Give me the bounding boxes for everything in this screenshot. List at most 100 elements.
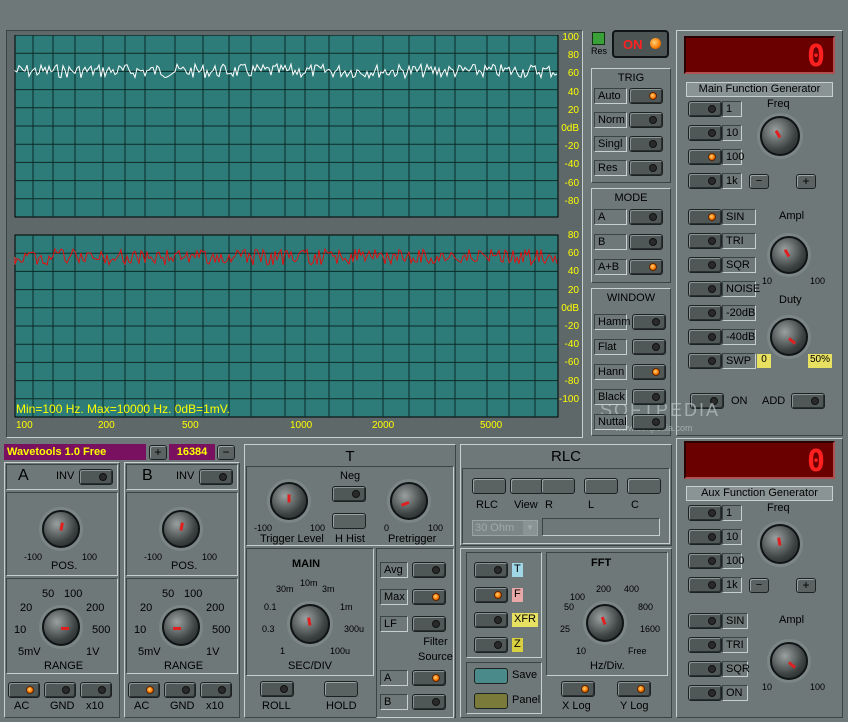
y-tick-bottom: -80 bbox=[564, 375, 579, 387]
pretrigger-knob[interactable] bbox=[390, 482, 428, 520]
chan_a-x10-button[interactable] bbox=[80, 682, 112, 698]
filter-src-a-button[interactable] bbox=[412, 670, 446, 686]
channel-a-range-knob[interactable] bbox=[42, 608, 80, 646]
main-wave--20db-label: -20dB bbox=[722, 305, 756, 321]
window-hann-button[interactable] bbox=[632, 364, 666, 380]
rlc-title: RLC bbox=[550, 448, 581, 465]
panel-button[interactable] bbox=[474, 693, 508, 709]
led-icon bbox=[432, 698, 440, 706]
led-icon bbox=[708, 237, 716, 245]
opt-avg-button[interactable] bbox=[412, 562, 446, 578]
chan_a-ac-button[interactable] bbox=[8, 682, 40, 698]
mode-a-button[interactable] bbox=[629, 209, 663, 225]
chan_a-gnd-button[interactable] bbox=[44, 682, 76, 698]
channel-b-pos-knob[interactable] bbox=[162, 510, 200, 548]
aux-wave-sqr-button[interactable] bbox=[688, 661, 722, 677]
main-wave-noise-button[interactable] bbox=[688, 281, 722, 297]
aux-range-1-button[interactable] bbox=[688, 505, 722, 521]
aux-ampl-knob[interactable] bbox=[770, 642, 808, 680]
fft-f-label: F bbox=[512, 588, 523, 602]
chan_a-range-tick: 50 bbox=[42, 588, 55, 600]
trig-singl-label: Singl bbox=[594, 136, 627, 152]
roll-label: ROLL bbox=[262, 700, 291, 712]
channel-a-inv-button[interactable] bbox=[79, 469, 113, 485]
opt-max-button[interactable] bbox=[412, 589, 446, 605]
led-icon bbox=[708, 357, 716, 365]
trig-auto-button[interactable] bbox=[629, 88, 663, 104]
aux-wave-tri-button[interactable] bbox=[688, 637, 722, 653]
mode-aplusb-button[interactable] bbox=[629, 259, 663, 275]
ylog-button[interactable] bbox=[617, 681, 651, 697]
fft-xfr-button[interactable] bbox=[474, 612, 508, 628]
window-hamm-button[interactable] bbox=[632, 314, 666, 330]
main-freq-minus-button[interactable]: − bbox=[749, 174, 769, 189]
fft-z-button[interactable] bbox=[474, 637, 508, 653]
fft-f-button[interactable] bbox=[474, 587, 508, 603]
aux-freq-plus-button[interactable]: + bbox=[796, 578, 816, 593]
filter-src-b-button[interactable] bbox=[412, 694, 446, 710]
hzdiv-knob[interactable] bbox=[586, 604, 624, 642]
aux-freq-knob[interactable] bbox=[760, 524, 800, 564]
main-wave--40db-button[interactable] bbox=[688, 329, 722, 345]
trigger-level-knob[interactable] bbox=[270, 482, 308, 520]
pretrigger-label: Pretrigger bbox=[388, 533, 437, 545]
main-freq-knob[interactable] bbox=[760, 116, 800, 156]
rlc-c-button[interactable] bbox=[627, 478, 661, 494]
aux-wave-sin-button[interactable] bbox=[688, 613, 722, 629]
aux-range-1k-button[interactable] bbox=[688, 577, 722, 593]
fft-t-button[interactable] bbox=[474, 562, 508, 578]
led-icon bbox=[218, 686, 226, 694]
mode-b-button[interactable] bbox=[629, 234, 663, 250]
trig-singl-button[interactable] bbox=[629, 136, 663, 152]
rlc-rlc-button[interactable] bbox=[472, 478, 506, 494]
trig-res-button[interactable] bbox=[629, 160, 663, 176]
save-button[interactable] bbox=[474, 668, 508, 684]
aux-wave-on-label: ON bbox=[722, 685, 748, 701]
aux-wave-on-button[interactable] bbox=[688, 685, 722, 701]
ohm-select[interactable]: 30 Ohm ▼ bbox=[472, 520, 538, 536]
trig-norm-button[interactable] bbox=[629, 112, 663, 128]
main-wave--20db-button[interactable] bbox=[688, 305, 722, 321]
xlog-button[interactable] bbox=[561, 681, 595, 697]
rlc-view-button[interactable] bbox=[510, 478, 544, 494]
hhist-button[interactable] bbox=[332, 513, 366, 529]
aux-range-100-button[interactable] bbox=[688, 553, 722, 569]
roll-button[interactable] bbox=[260, 681, 294, 697]
main-wave-sin-button[interactable] bbox=[688, 209, 722, 225]
secdiv-knob[interactable] bbox=[290, 604, 330, 644]
main-ampl-knob[interactable] bbox=[770, 236, 808, 274]
channel-a-pos-knob[interactable] bbox=[42, 510, 80, 548]
channel-b-inv-button[interactable] bbox=[199, 469, 233, 485]
channel-b-range-knob[interactable] bbox=[162, 608, 200, 646]
samples-minus-button[interactable]: − bbox=[217, 445, 235, 460]
opt-lf-button[interactable] bbox=[412, 616, 446, 632]
main-duty-knob[interactable] bbox=[770, 318, 808, 356]
neg-button[interactable] bbox=[332, 486, 366, 502]
main-wave-swp-button[interactable] bbox=[688, 353, 722, 369]
window-black-button[interactable] bbox=[632, 389, 666, 405]
res-led[interactable] bbox=[592, 32, 605, 45]
x-tick: 500 bbox=[182, 420, 199, 431]
channel-a-pos-min: -100 bbox=[24, 552, 43, 562]
rlc-r-button[interactable] bbox=[541, 478, 575, 494]
window-nuttal-button[interactable] bbox=[632, 414, 666, 430]
chan_b-x10-button[interactable] bbox=[200, 682, 232, 698]
main-range-100-button[interactable] bbox=[688, 149, 722, 165]
aux-range-10-button[interactable] bbox=[688, 529, 722, 545]
xlog-label: X Log bbox=[562, 700, 591, 712]
main-add-button[interactable] bbox=[791, 393, 825, 409]
window-flat-button[interactable] bbox=[632, 339, 666, 355]
main-freq-plus-button[interactable]: + bbox=[796, 174, 816, 189]
power-on-button[interactable]: ON bbox=[612, 30, 669, 58]
main-wave-tri-button[interactable] bbox=[688, 233, 722, 249]
rlc-l-button[interactable] bbox=[584, 478, 618, 494]
hold-button[interactable] bbox=[324, 681, 358, 697]
samples-plus-button[interactable]: + bbox=[149, 445, 167, 460]
chan_b-ac-button[interactable] bbox=[128, 682, 160, 698]
chan_b-gnd-button[interactable] bbox=[164, 682, 196, 698]
main-wave-sqr-button[interactable] bbox=[688, 257, 722, 273]
main-range-10-button[interactable] bbox=[688, 125, 722, 141]
main-range-1-button[interactable] bbox=[688, 101, 722, 117]
aux-freq-minus-button[interactable]: − bbox=[749, 578, 769, 593]
main-range-1k-button[interactable] bbox=[688, 173, 722, 189]
